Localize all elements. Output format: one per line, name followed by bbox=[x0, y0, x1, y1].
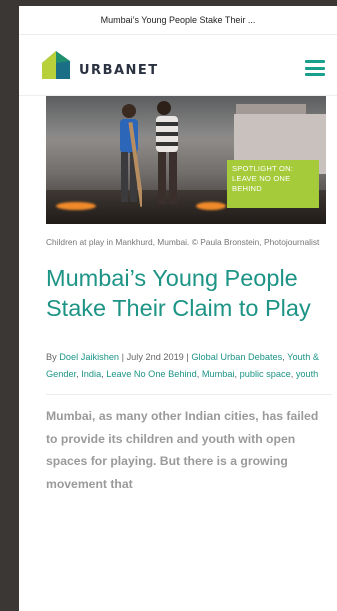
category-link[interactable]: Mumbai bbox=[202, 369, 235, 379]
brand-name: URBANET bbox=[79, 62, 159, 78]
category-link[interactable]: Global Urban Debates bbox=[191, 352, 282, 362]
image-caption: Children at play in Mankhurd, Mumbai. © … bbox=[46, 237, 320, 247]
site-logo[interactable]: URBANET bbox=[40, 49, 159, 81]
site-header: URBANET bbox=[19, 35, 337, 96]
badge-line: BEHIND bbox=[232, 184, 262, 193]
spotlight-badge[interactable]: SPOTLIGHT ON: LEAVE NO ONE BEHIND bbox=[227, 160, 319, 208]
child-figure bbox=[156, 101, 178, 204]
meta-separator: | bbox=[121, 352, 125, 362]
article-meta: By Doel Jaikishen | July 2nd 2019 | Glob… bbox=[46, 352, 320, 379]
author-link[interactable]: Doel Jaikishen bbox=[59, 352, 119, 362]
urbanet-logo-icon bbox=[42, 51, 70, 79]
publish-date: July 2nd 2019 bbox=[126, 352, 184, 362]
badge-line: LEAVE NO ONE bbox=[232, 174, 291, 183]
hero-image: SPOTLIGHT ON: LEAVE NO ONE BEHIND bbox=[46, 96, 326, 224]
browser-viewport: Mumbai’s Young People Stake Their ... UR… bbox=[19, 6, 337, 611]
divider bbox=[46, 394, 332, 395]
browser-tab-title[interactable]: Mumbai’s Young People Stake Their ... bbox=[19, 6, 337, 35]
child-figure bbox=[120, 104, 142, 207]
meta-separator: | bbox=[186, 352, 189, 362]
badge-line: SPOTLIGHT ON: bbox=[232, 164, 294, 173]
article-lede: Mumbai, as many other Indian cities, has… bbox=[46, 409, 319, 491]
article-title: Mumbai’s Young People Stake Their Claim … bbox=[46, 265, 311, 321]
category-link[interactable]: India bbox=[81, 369, 101, 379]
hamburger-menu-icon[interactable] bbox=[305, 60, 325, 76]
category-link[interactable]: public space bbox=[240, 369, 291, 379]
category-link[interactable]: Leave No One Behind bbox=[106, 369, 196, 379]
by-label: By bbox=[46, 352, 57, 362]
category-link[interactable]: youth bbox=[296, 369, 318, 379]
